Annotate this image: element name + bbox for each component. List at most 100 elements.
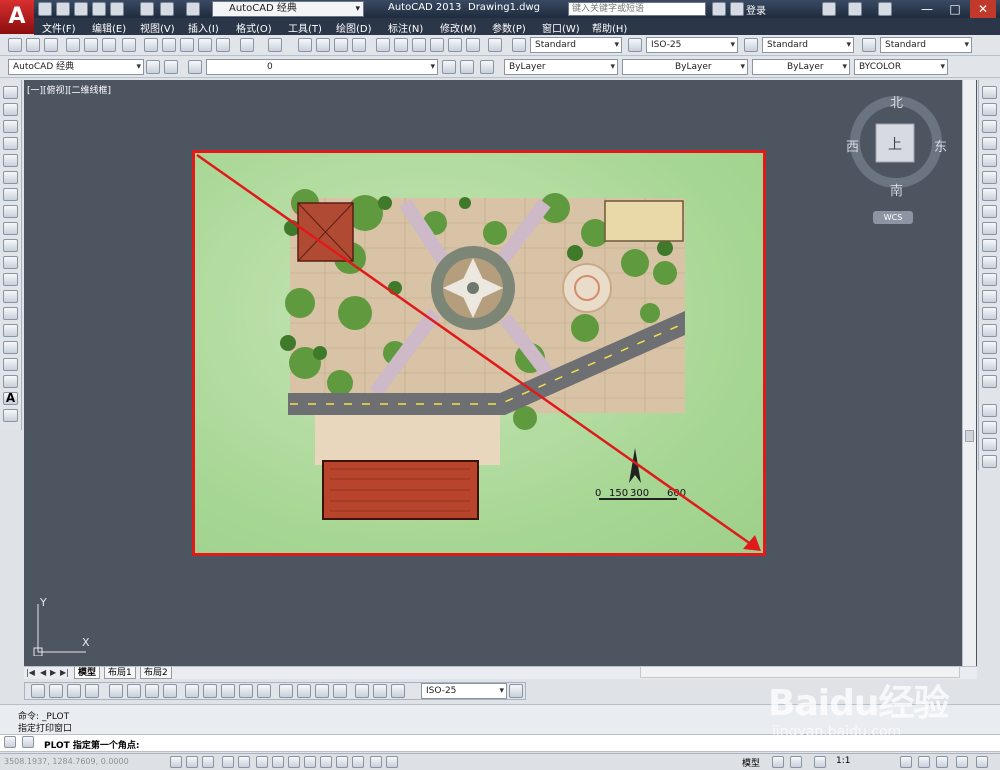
line-icon[interactable] [3,86,18,99]
binoculars-icon[interactable] [712,2,726,16]
tool-palettes-icon[interactable] [412,38,426,52]
arc-icon[interactable] [3,171,18,184]
wrench-icon[interactable] [4,736,16,748]
viewport-controls-label[interactable]: [一][俯视][二维线框] [27,83,111,96]
tab-layout2[interactable]: 布局2 [140,667,172,679]
minimize-button[interactable]: — [914,0,940,18]
recent-commands-icon[interactable] [22,736,34,748]
dim-style-icon[interactable] [628,38,642,52]
quick-view-drawings-icon[interactable] [790,756,802,768]
break-icon[interactable] [982,290,997,303]
workspace-switch-icon[interactable] [900,756,912,768]
break-at-point-icon[interactable] [982,273,997,286]
undo-icon[interactable] [160,2,174,16]
sheet-set-icon[interactable] [430,38,444,52]
baseline-dim-icon[interactable] [203,684,217,698]
aligned-dim-icon[interactable] [49,684,63,698]
table-style-select[interactable]: Standard [762,37,854,53]
send-back-icon[interactable] [982,421,997,434]
extend-icon[interactable] [982,256,997,269]
first-tab-icon[interactable]: |◀ [26,668,35,677]
login-button[interactable]: 登录 [746,2,766,17]
match-prop-icon[interactable] [198,38,212,52]
selection-cycling-icon[interactable] [386,756,398,768]
vertical-scrollbar[interactable] [962,80,976,666]
construction-line-icon[interactable] [3,103,18,116]
compass-west[interactable]: 西 [846,136,859,155]
dim-style-select[interactable]: ISO-25 [421,683,507,699]
compass-north[interactable]: 北 [890,92,903,111]
3d-osnap-icon[interactable] [272,756,284,768]
workspace-select[interactable]: AutoCAD 经典 [212,1,364,17]
insert-block-icon[interactable] [3,273,18,286]
user-icon[interactable] [730,2,744,16]
hatch-icon[interactable] [3,324,18,337]
block-editor-icon[interactable] [216,38,230,52]
stretch-icon[interactable] [982,222,997,235]
save-icon[interactable] [44,38,58,52]
wcs-menu[interactable]: WCS [873,211,913,224]
3dprint-icon[interactable] [122,38,136,52]
trim-icon[interactable] [982,239,997,252]
dim-style-select[interactable]: ISO-25 [646,37,738,53]
workspace-menu-icon[interactable] [164,60,178,74]
menu-view[interactable]: 视图(V) [140,20,175,35]
redo-icon[interactable] [186,2,200,16]
close-button[interactable]: ✕ [970,0,996,18]
cut-icon[interactable] [144,38,158,52]
lineweight-icon[interactable] [336,756,348,768]
plot-icon[interactable] [140,2,154,16]
help-icon[interactable] [878,2,892,16]
menu-draw[interactable]: 绘图(D) [336,20,372,35]
arc-length-icon[interactable] [67,684,81,698]
exchange-icon[interactable] [822,2,836,16]
table-icon[interactable] [3,375,18,388]
jogged-linear-icon[interactable] [333,684,347,698]
stay-connected-icon[interactable] [848,2,862,16]
linetype-select[interactable]: ByLayer [622,59,748,75]
bring-front-icon[interactable] [982,404,997,417]
markup-icon[interactable] [448,38,462,52]
clean-screen-icon[interactable] [976,756,988,768]
redo-icon[interactable] [268,38,282,52]
dyn-icon[interactable] [320,756,332,768]
center-mark-icon[interactable] [297,684,311,698]
ellipse-icon[interactable] [3,239,18,252]
layer-previous-icon[interactable] [460,60,474,74]
inspection-icon[interactable] [315,684,329,698]
polar-icon[interactable] [238,756,250,768]
publish-icon[interactable] [102,38,116,52]
prev-tab-icon[interactable]: ◀ [40,668,46,677]
copy-object-icon[interactable] [982,103,997,116]
jogged-dim-icon[interactable] [127,684,141,698]
tolerance-icon[interactable] [279,684,293,698]
chamfer-icon[interactable] [982,324,997,337]
export-icon[interactable] [110,2,124,16]
circle-icon[interactable] [3,188,18,201]
lineweight-select[interactable]: ByLayer [752,59,850,75]
layer-manager-icon[interactable] [188,60,202,74]
snap-icon[interactable] [186,756,198,768]
ellipse-arc-icon[interactable] [3,256,18,269]
help-icon[interactable] [488,38,502,52]
dim-break-icon[interactable] [257,684,271,698]
preview-icon[interactable] [84,38,98,52]
new-icon[interactable] [38,2,52,16]
menu-format[interactable]: 格式(O) [236,20,272,35]
menu-window[interactable]: 窗口(W) [542,20,580,35]
table-style-icon[interactable] [744,38,758,52]
continue-dim-icon[interactable] [221,684,235,698]
quick-dim-icon[interactable] [185,684,199,698]
angular-dim-icon[interactable] [163,684,177,698]
model-space-toggle[interactable]: 模型 [742,756,760,769]
polyline-icon[interactable] [3,120,18,133]
multileader-style-icon[interactable] [862,38,876,52]
dim-edit-icon[interactable] [355,684,369,698]
spline-icon[interactable] [3,222,18,235]
dim-space-icon[interactable] [239,684,253,698]
plot-icon[interactable] [66,38,80,52]
make-block-icon[interactable] [3,290,18,303]
scale-icon[interactable] [982,205,997,218]
infer-constraints-icon[interactable] [170,756,182,768]
gradient-icon[interactable] [3,341,18,354]
